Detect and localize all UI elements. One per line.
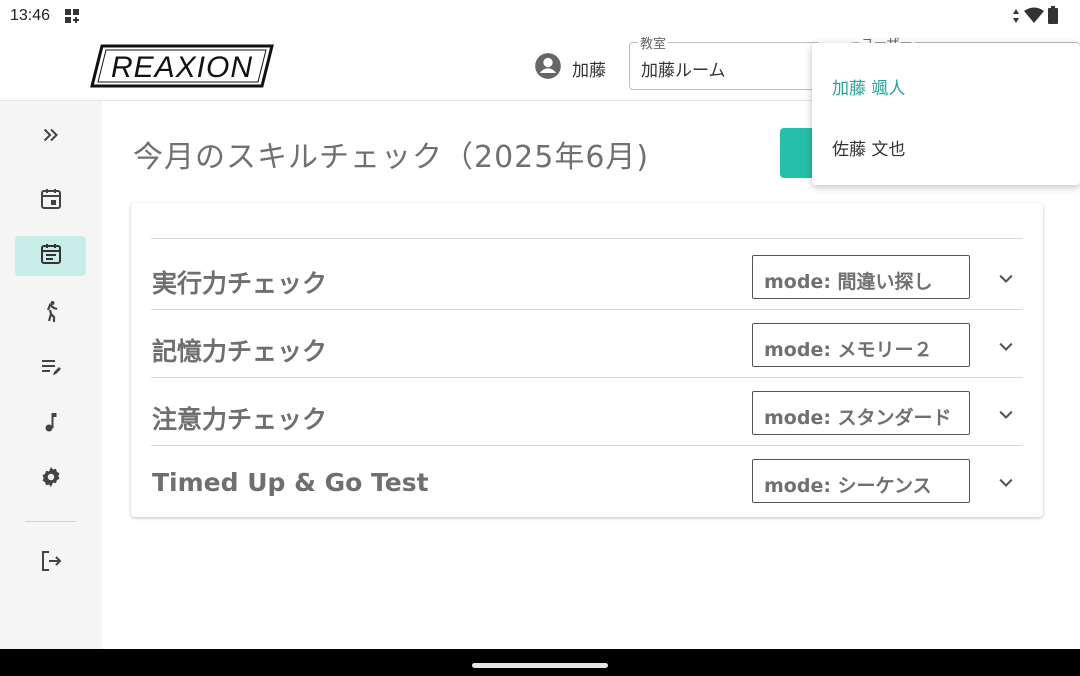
qs-grid-icon bbox=[64, 8, 80, 28]
check-row[interactable]: Timed Up & Go Test mode: シーケンス bbox=[151, 446, 1023, 514]
calendar-icon bbox=[39, 187, 63, 215]
account-circle-icon bbox=[534, 52, 562, 84]
classroom-select[interactable]: 教室 加藤ルーム bbox=[629, 33, 821, 90]
chevron-down-icon[interactable] bbox=[996, 269, 1016, 293]
sidebar bbox=[0, 101, 102, 649]
user-name: 加藤 bbox=[572, 60, 606, 81]
sidebar-item-exercise[interactable] bbox=[15, 293, 86, 333]
check-title: 注意力チェック bbox=[152, 405, 328, 434]
sidebar-item-skill-check[interactable] bbox=[15, 236, 86, 276]
mode-select[interactable]: mode: シーケンス bbox=[752, 459, 970, 503]
sidebar-item-calendar[interactable] bbox=[15, 181, 86, 221]
event-note-icon bbox=[39, 242, 63, 270]
menu-item-user[interactable]: 佐藤 文也 bbox=[832, 135, 905, 160]
sidebar-divider bbox=[25, 521, 76, 522]
mode-select[interactable]: mode: 間違い探し bbox=[752, 255, 970, 299]
menu-item-user[interactable]: 加藤 颯人 bbox=[832, 74, 905, 99]
reaxion-logo: REAXION bbox=[90, 44, 274, 92]
chevron-down-icon[interactable] bbox=[996, 405, 1016, 429]
status-bar: 13:46 bbox=[0, 0, 1080, 32]
current-user: 加藤 bbox=[534, 52, 606, 84]
status-time: 13:46 bbox=[10, 7, 51, 24]
svg-text:REAXION: REAXION bbox=[111, 51, 253, 84]
edit-list-icon bbox=[39, 355, 63, 383]
check-title: Timed Up & Go Test bbox=[152, 468, 429, 497]
page-title: 今月のスキルチェック（2025年6月) bbox=[133, 140, 650, 175]
mode-value: mode: メモリー２ bbox=[764, 339, 933, 361]
walking-icon bbox=[39, 299, 63, 327]
music-note-icon bbox=[39, 410, 63, 438]
sidebar-expand-button[interactable] bbox=[15, 117, 86, 157]
chevron-down-icon[interactable] bbox=[996, 473, 1016, 497]
sidebar-item-music[interactable] bbox=[15, 404, 86, 444]
check-row[interactable]: 実行力チェック mode: 間違い探し bbox=[151, 242, 1023, 310]
mode-value: mode: 間違い探し bbox=[764, 271, 933, 293]
double-chevron-right-icon bbox=[40, 124, 62, 150]
skill-check-card: 実行力チェック mode: 間違い探し 記憶力チェック mode: メモリー２ … bbox=[131, 203, 1043, 517]
check-row[interactable]: 注意力チェック mode: スタンダード bbox=[151, 378, 1023, 446]
classroom-value: 加藤ルーム bbox=[641, 61, 726, 81]
logout-button[interactable] bbox=[15, 543, 86, 583]
sidebar-item-records[interactable] bbox=[15, 349, 86, 389]
check-title: 記憶力チェック bbox=[152, 337, 328, 366]
home-gesture-handle[interactable] bbox=[472, 663, 608, 668]
battery-icon bbox=[1048, 6, 1058, 28]
logout-icon bbox=[39, 549, 63, 577]
check-row[interactable]: 記憶力チェック mode: メモリー２ bbox=[151, 310, 1023, 378]
user-dropdown-menu: 加藤 颯人 佐藤 文也 bbox=[812, 43, 1080, 185]
classroom-label: 教室 bbox=[638, 33, 669, 52]
chevron-down-icon[interactable] bbox=[996, 337, 1016, 361]
system-nav-bar bbox=[0, 649, 1080, 676]
wifi-icon bbox=[1024, 7, 1044, 27]
gear-icon bbox=[39, 465, 63, 493]
check-title: 実行力チェック bbox=[152, 269, 328, 298]
data-arrows-icon bbox=[1012, 8, 1020, 27]
mode-select[interactable]: mode: スタンダード bbox=[752, 391, 970, 435]
mode-value: mode: シーケンス bbox=[764, 475, 932, 497]
mode-value: mode: スタンダード bbox=[764, 407, 952, 429]
divider bbox=[151, 238, 1023, 239]
sidebar-item-settings[interactable] bbox=[15, 459, 86, 499]
mode-select[interactable]: mode: メモリー２ bbox=[752, 323, 970, 367]
